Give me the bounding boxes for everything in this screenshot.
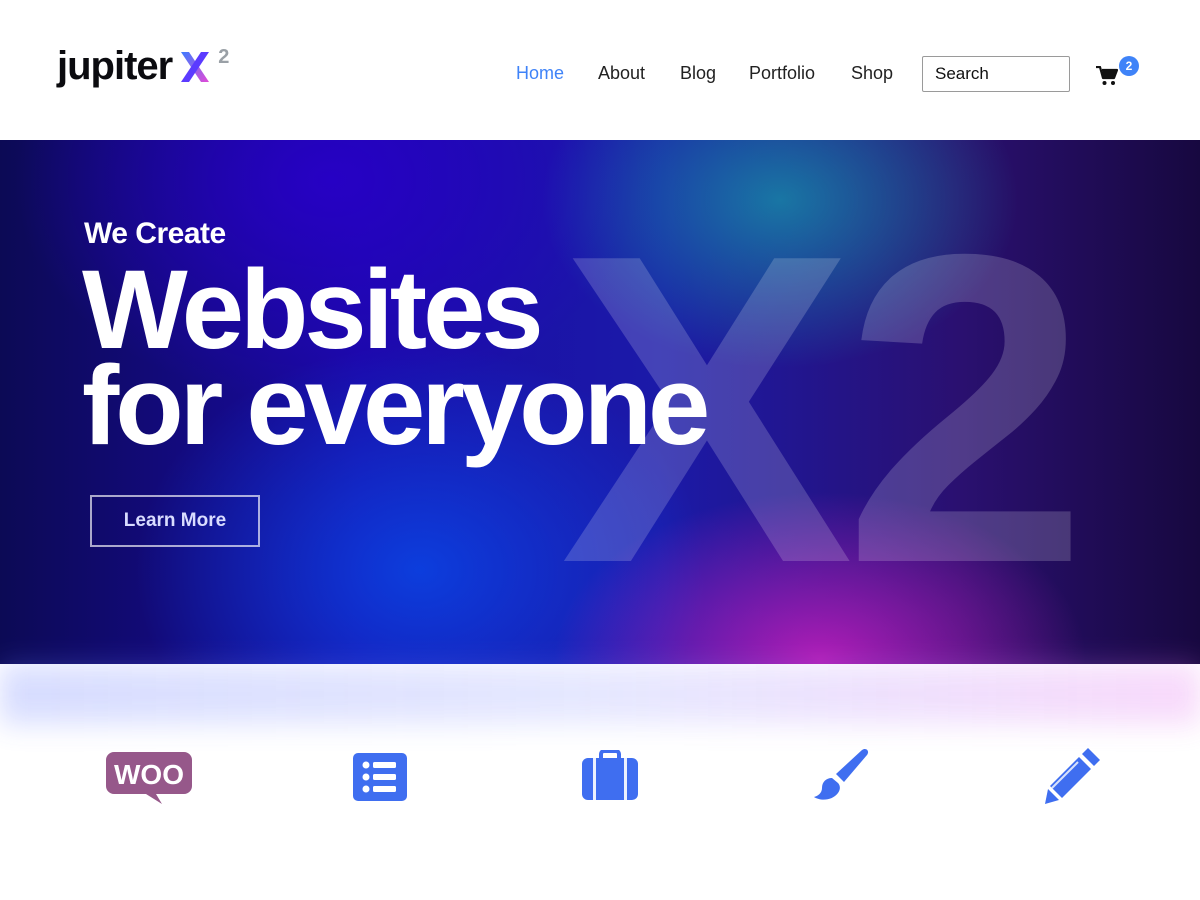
shopping-cart-icon[interactable] [1096, 66, 1118, 86]
woocommerce-icon-text: WOO [114, 759, 184, 790]
nav-item-about[interactable]: About [598, 63, 645, 84]
briefcase-icon[interactable] [580, 750, 640, 802]
hero-kicker: We Create [84, 217, 226, 250]
nav-item-blog[interactable]: Blog [680, 63, 716, 84]
hero-glow [0, 664, 1200, 724]
list-icon[interactable] [352, 752, 408, 802]
paint-brush-icon[interactable] [812, 746, 870, 804]
site-header: jupiter 2 Home About Blog Portfolio Shop… [0, 0, 1200, 140]
hero-headline-line2: for everyone [82, 343, 710, 468]
feature-icons-row: WOO [0, 740, 1200, 820]
nav-item-home[interactable]: Home [516, 63, 564, 84]
hero-headline: Websites for everyone [82, 254, 710, 468]
pencil-icon[interactable] [1042, 744, 1104, 806]
nav-item-portfolio[interactable]: Portfolio [749, 63, 815, 84]
hero-banner: X2 We Create Websites for everyone Learn… [0, 140, 1200, 664]
woocommerce-icon[interactable]: WOO [104, 750, 194, 806]
learn-more-button[interactable]: Learn More [90, 495, 260, 547]
cart-count-badge: 2 [1119, 56, 1139, 76]
search-box [922, 56, 1070, 92]
search-input[interactable] [923, 57, 1065, 91]
nav-item-shop[interactable]: Shop [851, 63, 893, 84]
